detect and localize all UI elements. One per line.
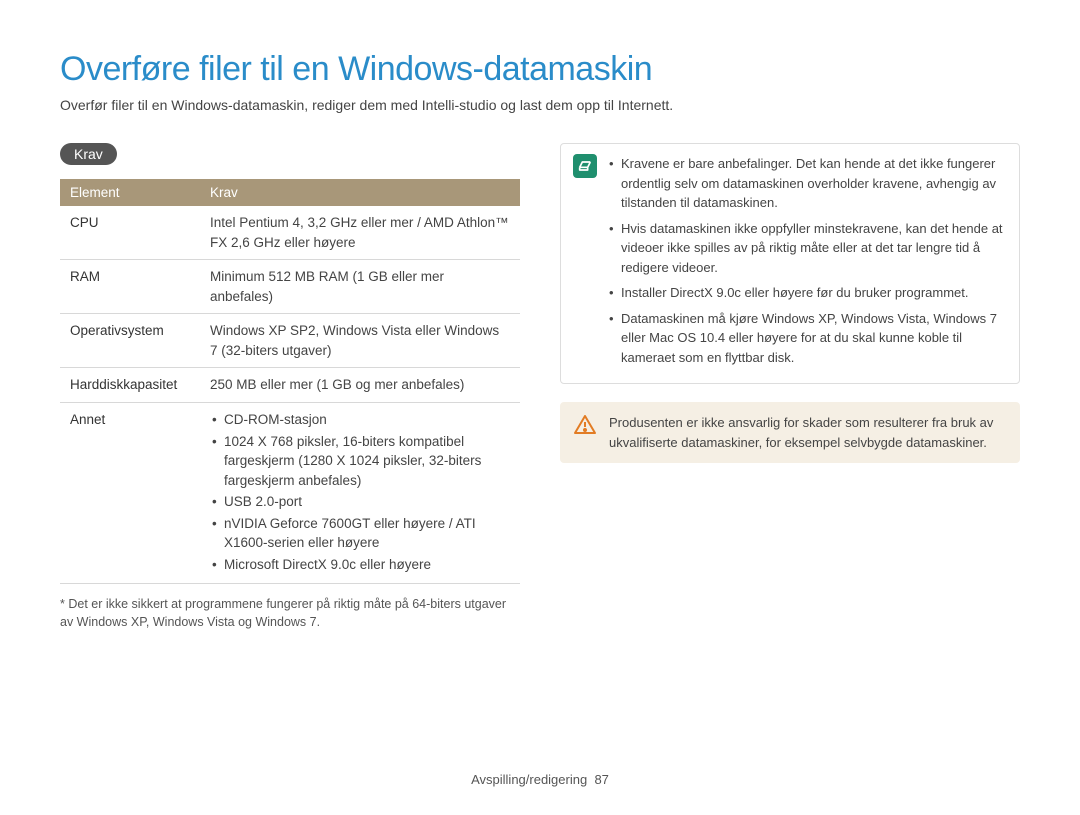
list-item: USB 2.0-port <box>210 492 510 512</box>
list-item: Kravene er bare anbefalinger. Det kan he… <box>609 154 1007 213</box>
requirements-table: Element Krav CPU Intel Pentium 4, 3,2 GH… <box>60 179 520 584</box>
table-row: Operativsystem Windows XP SP2, Windows V… <box>60 314 520 368</box>
page-subtitle: Overfør filer til en Windows-datamaskin,… <box>60 97 1020 113</box>
cell-element: RAM <box>60 260 200 314</box>
info-note-box: Kravene er bare anbefalinger. Det kan he… <box>560 143 1020 384</box>
list-item: 1024 X 768 piksler, 16-biters kompatibel… <box>210 432 510 491</box>
cell-element: Harddiskkapasitet <box>60 368 200 403</box>
warning-triangle-icon <box>573 413 597 437</box>
section-label: Krav <box>60 143 117 165</box>
list-item: Datamaskinen må kjøre Windows XP, Window… <box>609 309 1007 368</box>
cell-req: Intel Pentium 4, 3,2 GHz eller mer / AMD… <box>200 206 520 260</box>
table-row: Harddiskkapasitet 250 MB eller mer (1 GB… <box>60 368 520 403</box>
right-column: Kravene er bare anbefalinger. Det kan he… <box>560 143 1020 631</box>
left-column: Krav Element Krav CPU Intel Pentium 4, 3… <box>60 143 520 631</box>
cell-req: CD-ROM-stasjon 1024 X 768 piksler, 16-bi… <box>200 402 520 584</box>
warning-text: Produsenten er ikke ansvarlig for skader… <box>609 413 1007 452</box>
page-title: Overføre filer til en Windows-datamaskin <box>60 50 1020 89</box>
list-item: Microsoft DirectX 9.0c eller høyere <box>210 555 510 575</box>
cell-req: Windows XP SP2, Windows Vista eller Wind… <box>200 314 520 368</box>
cell-req: 250 MB eller mer (1 GB og mer anbefales) <box>200 368 520 403</box>
list-item: Hvis datamaskinen ikke oppfyller minstek… <box>609 219 1007 278</box>
page-footer: Avspilling/redigering 87 <box>0 772 1080 787</box>
cell-element: CPU <box>60 206 200 260</box>
cell-element: Annet <box>60 402 200 584</box>
list-item: Installer DirectX 9.0c eller høyere før … <box>609 283 1007 303</box>
footnote: * Det er ikke sikkert at programmene fun… <box>60 596 520 631</box>
cell-req: Minimum 512 MB RAM (1 GB eller mer anbef… <box>200 260 520 314</box>
warning-note-box: Produsenten er ikke ansvarlig for skader… <box>560 402 1020 463</box>
table-row: Annet CD-ROM-stasjon 1024 X 768 piksler,… <box>60 402 520 584</box>
list-item: nVIDIA Geforce 7600GT eller høyere / ATI… <box>210 514 510 553</box>
note-icon <box>573 154 597 178</box>
table-header-req: Krav <box>200 179 520 206</box>
table-row: RAM Minimum 512 MB RAM (1 GB eller mer a… <box>60 260 520 314</box>
footer-section: Avspilling/redigering <box>471 772 587 787</box>
cell-element: Operativsystem <box>60 314 200 368</box>
table-header-element: Element <box>60 179 200 206</box>
footer-page-number: 87 <box>594 772 608 787</box>
list-item: CD-ROM-stasjon <box>210 410 510 430</box>
table-row: CPU Intel Pentium 4, 3,2 GHz eller mer /… <box>60 206 520 260</box>
